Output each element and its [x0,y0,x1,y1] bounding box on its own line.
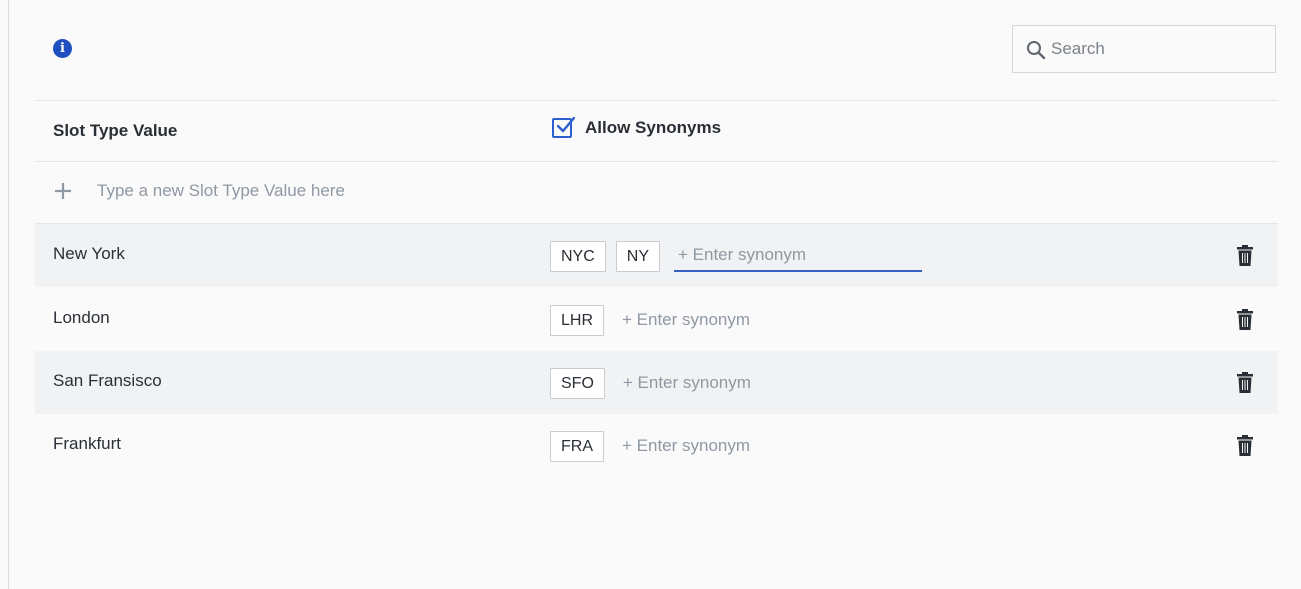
table-row: New York NYC NY [35,224,1278,287]
synonym-input[interactable] [618,431,862,461]
synonym-list: LHR [550,304,863,336]
new-slot-value-input[interactable] [97,178,497,204]
slot-type-values-panel: i Slot Type Value Allow Synonyms [8,0,1301,589]
trash-icon[interactable] [1237,245,1253,266]
checkmark-icon [556,116,575,133]
plus-icon[interactable] [54,182,72,200]
trash-icon[interactable] [1237,372,1253,393]
synonym-chip[interactable]: NY [615,240,661,272]
allow-synonyms-checkbox[interactable] [552,116,575,138]
toolbar: i [9,0,1301,100]
table-row: Frankfurt FRA [35,414,1278,477]
search-input[interactable] [1051,26,1261,72]
synonym-chip[interactable]: SFO [550,367,605,399]
slot-value-name[interactable]: London [53,308,110,328]
trash-icon[interactable] [1237,435,1253,456]
slot-value-name[interactable]: New York [53,244,125,264]
info-icon[interactable]: i [53,39,72,58]
synonym-list: SFO [550,367,863,399]
slot-value-name[interactable]: San Fransisco [53,371,162,391]
synonym-list: NYC NY [550,240,923,272]
synonym-chip[interactable]: NYC [550,240,606,272]
slot-value-name[interactable]: Frankfurt [53,434,121,454]
synonym-input[interactable] [674,240,923,272]
trash-icon[interactable] [1237,309,1253,330]
table-row: London LHR [35,288,1278,351]
table-row: San Fransisco SFO [35,351,1278,414]
synonym-chip[interactable]: FRA [550,430,604,462]
synonym-input[interactable] [618,305,863,335]
search-icon [1027,41,1046,60]
allow-synonyms-label: Allow Synonyms [585,118,722,137]
synonym-chip[interactable]: LHR [550,304,605,336]
synonym-input[interactable] [618,368,863,398]
allow-synonyms-toggle[interactable]: Allow Synonyms [552,116,722,138]
table-header: Slot Type Value Allow Synonyms [35,101,1278,161]
synonym-list: FRA [550,430,862,462]
column-header-slot-type-value: Slot Type Value [53,121,178,140]
new-slot-value-row [35,162,1278,223]
search-box[interactable] [1012,25,1276,73]
